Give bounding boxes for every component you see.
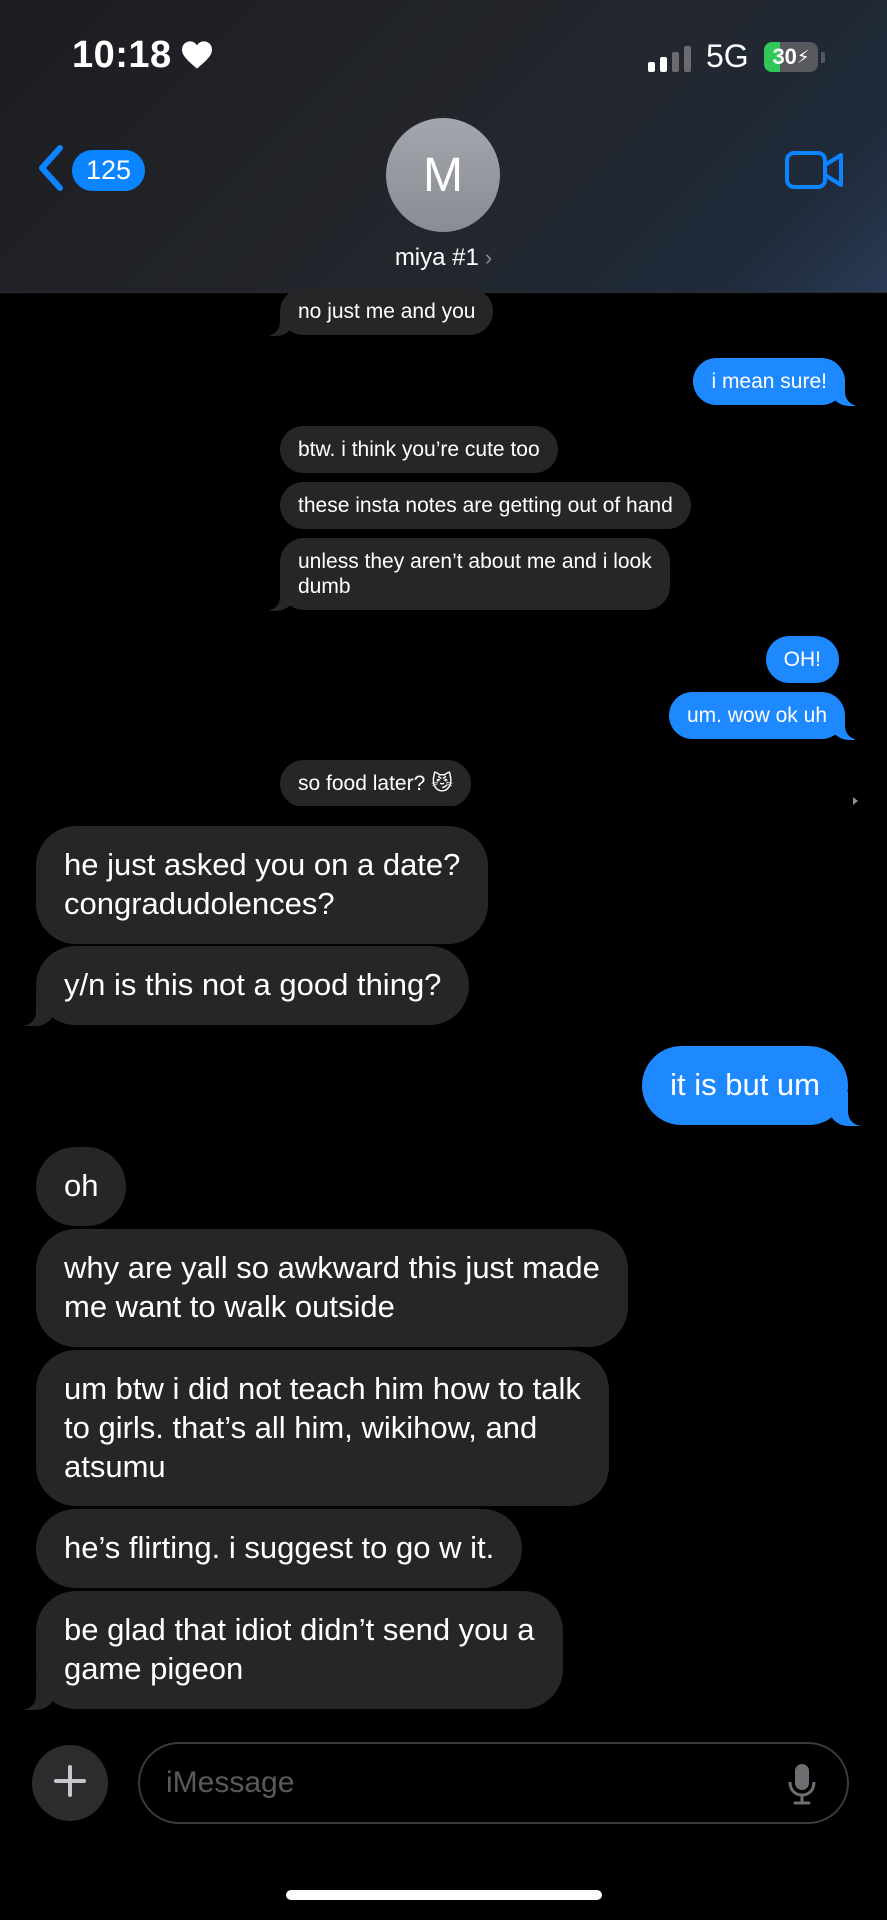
cursor-icon xyxy=(853,797,858,805)
home-indicator[interactable] xyxy=(286,1890,602,1900)
message-bubble-incoming[interactable]: these insta notes are getting out of han… xyxy=(280,482,691,530)
plus-icon xyxy=(53,1764,87,1803)
message-line: congradudolences? xyxy=(64,885,335,921)
message-bubble-outgoing[interactable]: i mean sure! xyxy=(693,358,863,407)
message-bubble-incoming[interactable]: he’s flirting. i suggest to go w it. xyxy=(36,1509,523,1588)
battery-icon: 30 ⚡ xyxy=(764,42,818,72)
message-line: be glad that idiot didn’t send you a xyxy=(64,1612,535,1647)
message-bubble-incoming[interactable]: y/n is this not a good thing? xyxy=(11,946,470,1026)
back-chevron-icon xyxy=(36,144,66,197)
contact-name: miya #1 xyxy=(394,244,479,271)
clipped-message-region: so food later? 😼 xyxy=(270,750,510,806)
chevron-right-icon: › xyxy=(484,245,493,270)
back-button[interactable]: 125 xyxy=(36,144,146,197)
message-bubble-incoming[interactable]: be glad that idiot didn’t send you a gam… xyxy=(12,1591,563,1709)
message-line: why are yall so awkward this just made xyxy=(64,1250,600,1285)
message-line: dumb xyxy=(298,575,351,599)
unread-count-badge: 125 xyxy=(72,150,146,191)
message-line: game pigeon xyxy=(64,1650,244,1686)
message-bubble-outgoing[interactable]: um. wow ok uh xyxy=(668,692,864,741)
heart-icon xyxy=(180,40,214,75)
message-bubble-incoming[interactable]: unless they aren’t about me and i look d… xyxy=(262,538,670,612)
microphone-icon[interactable] xyxy=(787,1762,817,1811)
message-bubble-incoming[interactable]: no just me and you xyxy=(261,288,494,337)
message-bubble-incoming[interactable]: so food later? 😼 xyxy=(280,760,471,806)
message-line: atsumu xyxy=(64,1448,166,1484)
message-line: he just asked you on a date? xyxy=(64,847,461,882)
battery-nub xyxy=(821,52,825,63)
message-bubble-incoming[interactable]: why are yall so awkward this just made m… xyxy=(36,1229,628,1347)
battery-level: 30 xyxy=(772,44,797,69)
signal-icon xyxy=(648,46,691,72)
message-line: unless they aren’t about me and i look xyxy=(298,550,652,573)
message-input-placeholder: iMessage xyxy=(166,1766,295,1799)
contact-name-button[interactable]: miya #1 › xyxy=(0,244,887,272)
message-bubble-outgoing[interactable]: it is but um xyxy=(642,1046,872,1126)
network-type: 5G xyxy=(706,38,749,74)
status-time: 10:18 xyxy=(72,34,172,76)
avatar-initial: M xyxy=(423,148,463,202)
message-line: me want to walk outside xyxy=(64,1288,395,1324)
message-line: um btw i did not teach him how to talk xyxy=(64,1371,581,1406)
message-line: to girls. that’s all him, wikihow, and xyxy=(64,1409,538,1445)
message-input[interactable]: iMessage xyxy=(138,1742,849,1824)
avatar[interactable]: M xyxy=(386,118,500,232)
message-bubble-incoming[interactable]: um btw i did not teach him how to talk t… xyxy=(36,1350,609,1507)
message-bubble-incoming[interactable]: he just asked you on a date? congradudol… xyxy=(36,826,489,944)
message-bubble-outgoing[interactable]: OH! xyxy=(765,636,839,684)
conversation-header: 10:18 5G 30 ⚡ 125 M miya #1 › xyxy=(0,0,887,293)
apps-plus-button[interactable] xyxy=(32,1745,108,1821)
video-camera-icon[interactable] xyxy=(784,148,846,197)
message-bubble-incoming[interactable]: oh xyxy=(36,1147,127,1226)
message-bubble-incoming[interactable]: btw. i think you’re cute too xyxy=(280,426,558,474)
